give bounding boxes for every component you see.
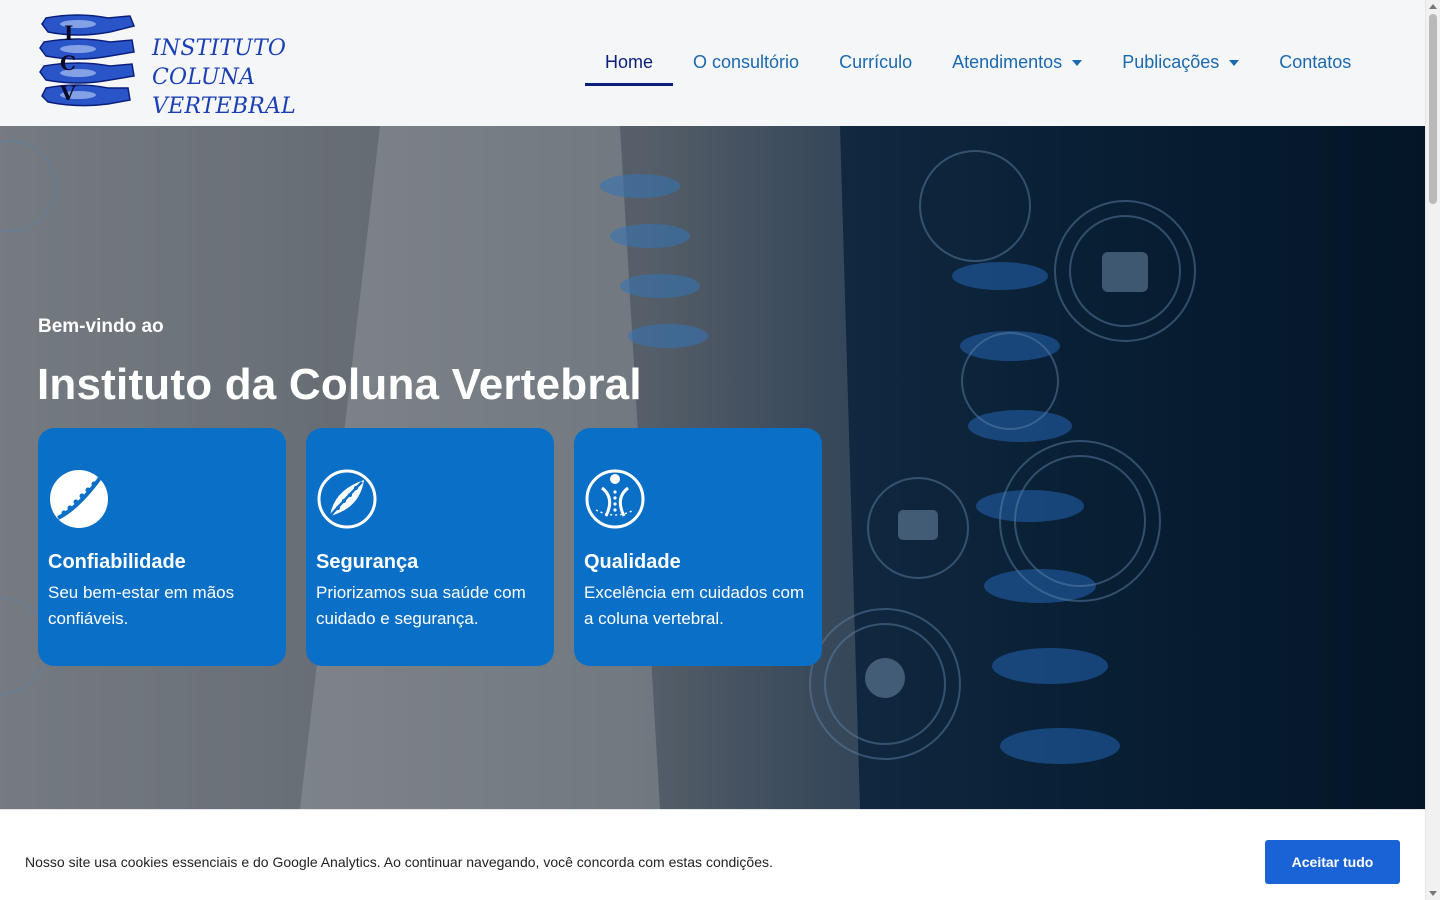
- logo-letter-i: I: [64, 21, 73, 45]
- accept-all-cookies-button[interactable]: Aceitar tudo: [1265, 840, 1400, 884]
- card-text: Excelência em cuidados com a coluna vert…: [584, 583, 805, 628]
- site-header: I C V INSTITUTO COLUNA VERTEBRAL Home O …: [0, 0, 1425, 126]
- nav-item-publicacoes[interactable]: Publicações: [1102, 40, 1259, 86]
- site-logo[interactable]: I C V INSTITUTO COLUNA VERTEBRAL: [38, 10, 298, 120]
- hero-welcome: Bem-vindo ao: [38, 316, 164, 337]
- card-text: Seu bem-estar em mãos confiáveis.: [48, 583, 235, 628]
- card-title: Segurança: [316, 551, 419, 573]
- card-title: Qualidade: [584, 551, 681, 573]
- scroll-up-arrow-icon[interactable]: [1429, 4, 1437, 9]
- person-spine-icon: [585, 469, 645, 529]
- feature-card-confiabilidade: Confiabilidade Seu bem-estar em mãos con…: [38, 428, 286, 666]
- hero-section: Bem-vindo ao Instituto da Coluna Vertebr…: [0, 126, 1425, 809]
- spine-leaf-icon: [50, 470, 108, 528]
- logo-line-1: INSTITUTO: [152, 36, 287, 61]
- logo-letter-c: C: [60, 51, 76, 75]
- hero-title: Instituto da Coluna Vertebral: [37, 360, 642, 409]
- vertebrae-logo-icon: I C V: [39, 14, 136, 107]
- feature-card-qualidade: Qualidade Excelência em cuidados com a c…: [574, 428, 822, 666]
- nav-item-curriculo[interactable]: Currículo: [819, 40, 932, 86]
- logo-line-2: COLUNA: [152, 65, 256, 90]
- scrollbar-thumb[interactable]: [1429, 14, 1437, 204]
- cookie-message: Nosso site usa cookies essenciais e do G…: [25, 854, 773, 870]
- caret-down-icon: [1229, 60, 1240, 66]
- feature-cards: Confiabilidade Seu bem-estar em mãos con…: [38, 428, 822, 666]
- nav-item-atendimentos[interactable]: Atendimentos: [932, 40, 1102, 86]
- feature-card-seguranca: Segurança Priorizamos sua saúde com cuid…: [306, 428, 554, 666]
- main-nav: Home O consultório Currículo Atendimento…: [585, 40, 1371, 86]
- caret-down-icon: [1072, 60, 1083, 66]
- logo-letter-v: V: [59, 81, 76, 105]
- scroll-down-arrow-icon[interactable]: [1429, 891, 1437, 896]
- nav-item-o-consultorio[interactable]: O consultório: [673, 40, 819, 86]
- logo-line-3: VERTEBRAL: [152, 94, 296, 119]
- card-text: Priorizamos sua saúde com cuidado e segu…: [316, 583, 526, 628]
- nav-item-contatos[interactable]: Contatos: [1259, 40, 1371, 86]
- spine-feather-icon: [317, 469, 377, 529]
- card-title: Confiabilidade: [48, 551, 186, 573]
- cookie-banner: Nosso site usa cookies essenciais e do G…: [0, 809, 1425, 900]
- nav-item-home[interactable]: Home: [585, 40, 674, 86]
- page-scrollbar[interactable]: [1425, 0, 1440, 900]
- logo-wordmark: INSTITUTO COLUNA VERTEBRAL: [152, 34, 296, 121]
